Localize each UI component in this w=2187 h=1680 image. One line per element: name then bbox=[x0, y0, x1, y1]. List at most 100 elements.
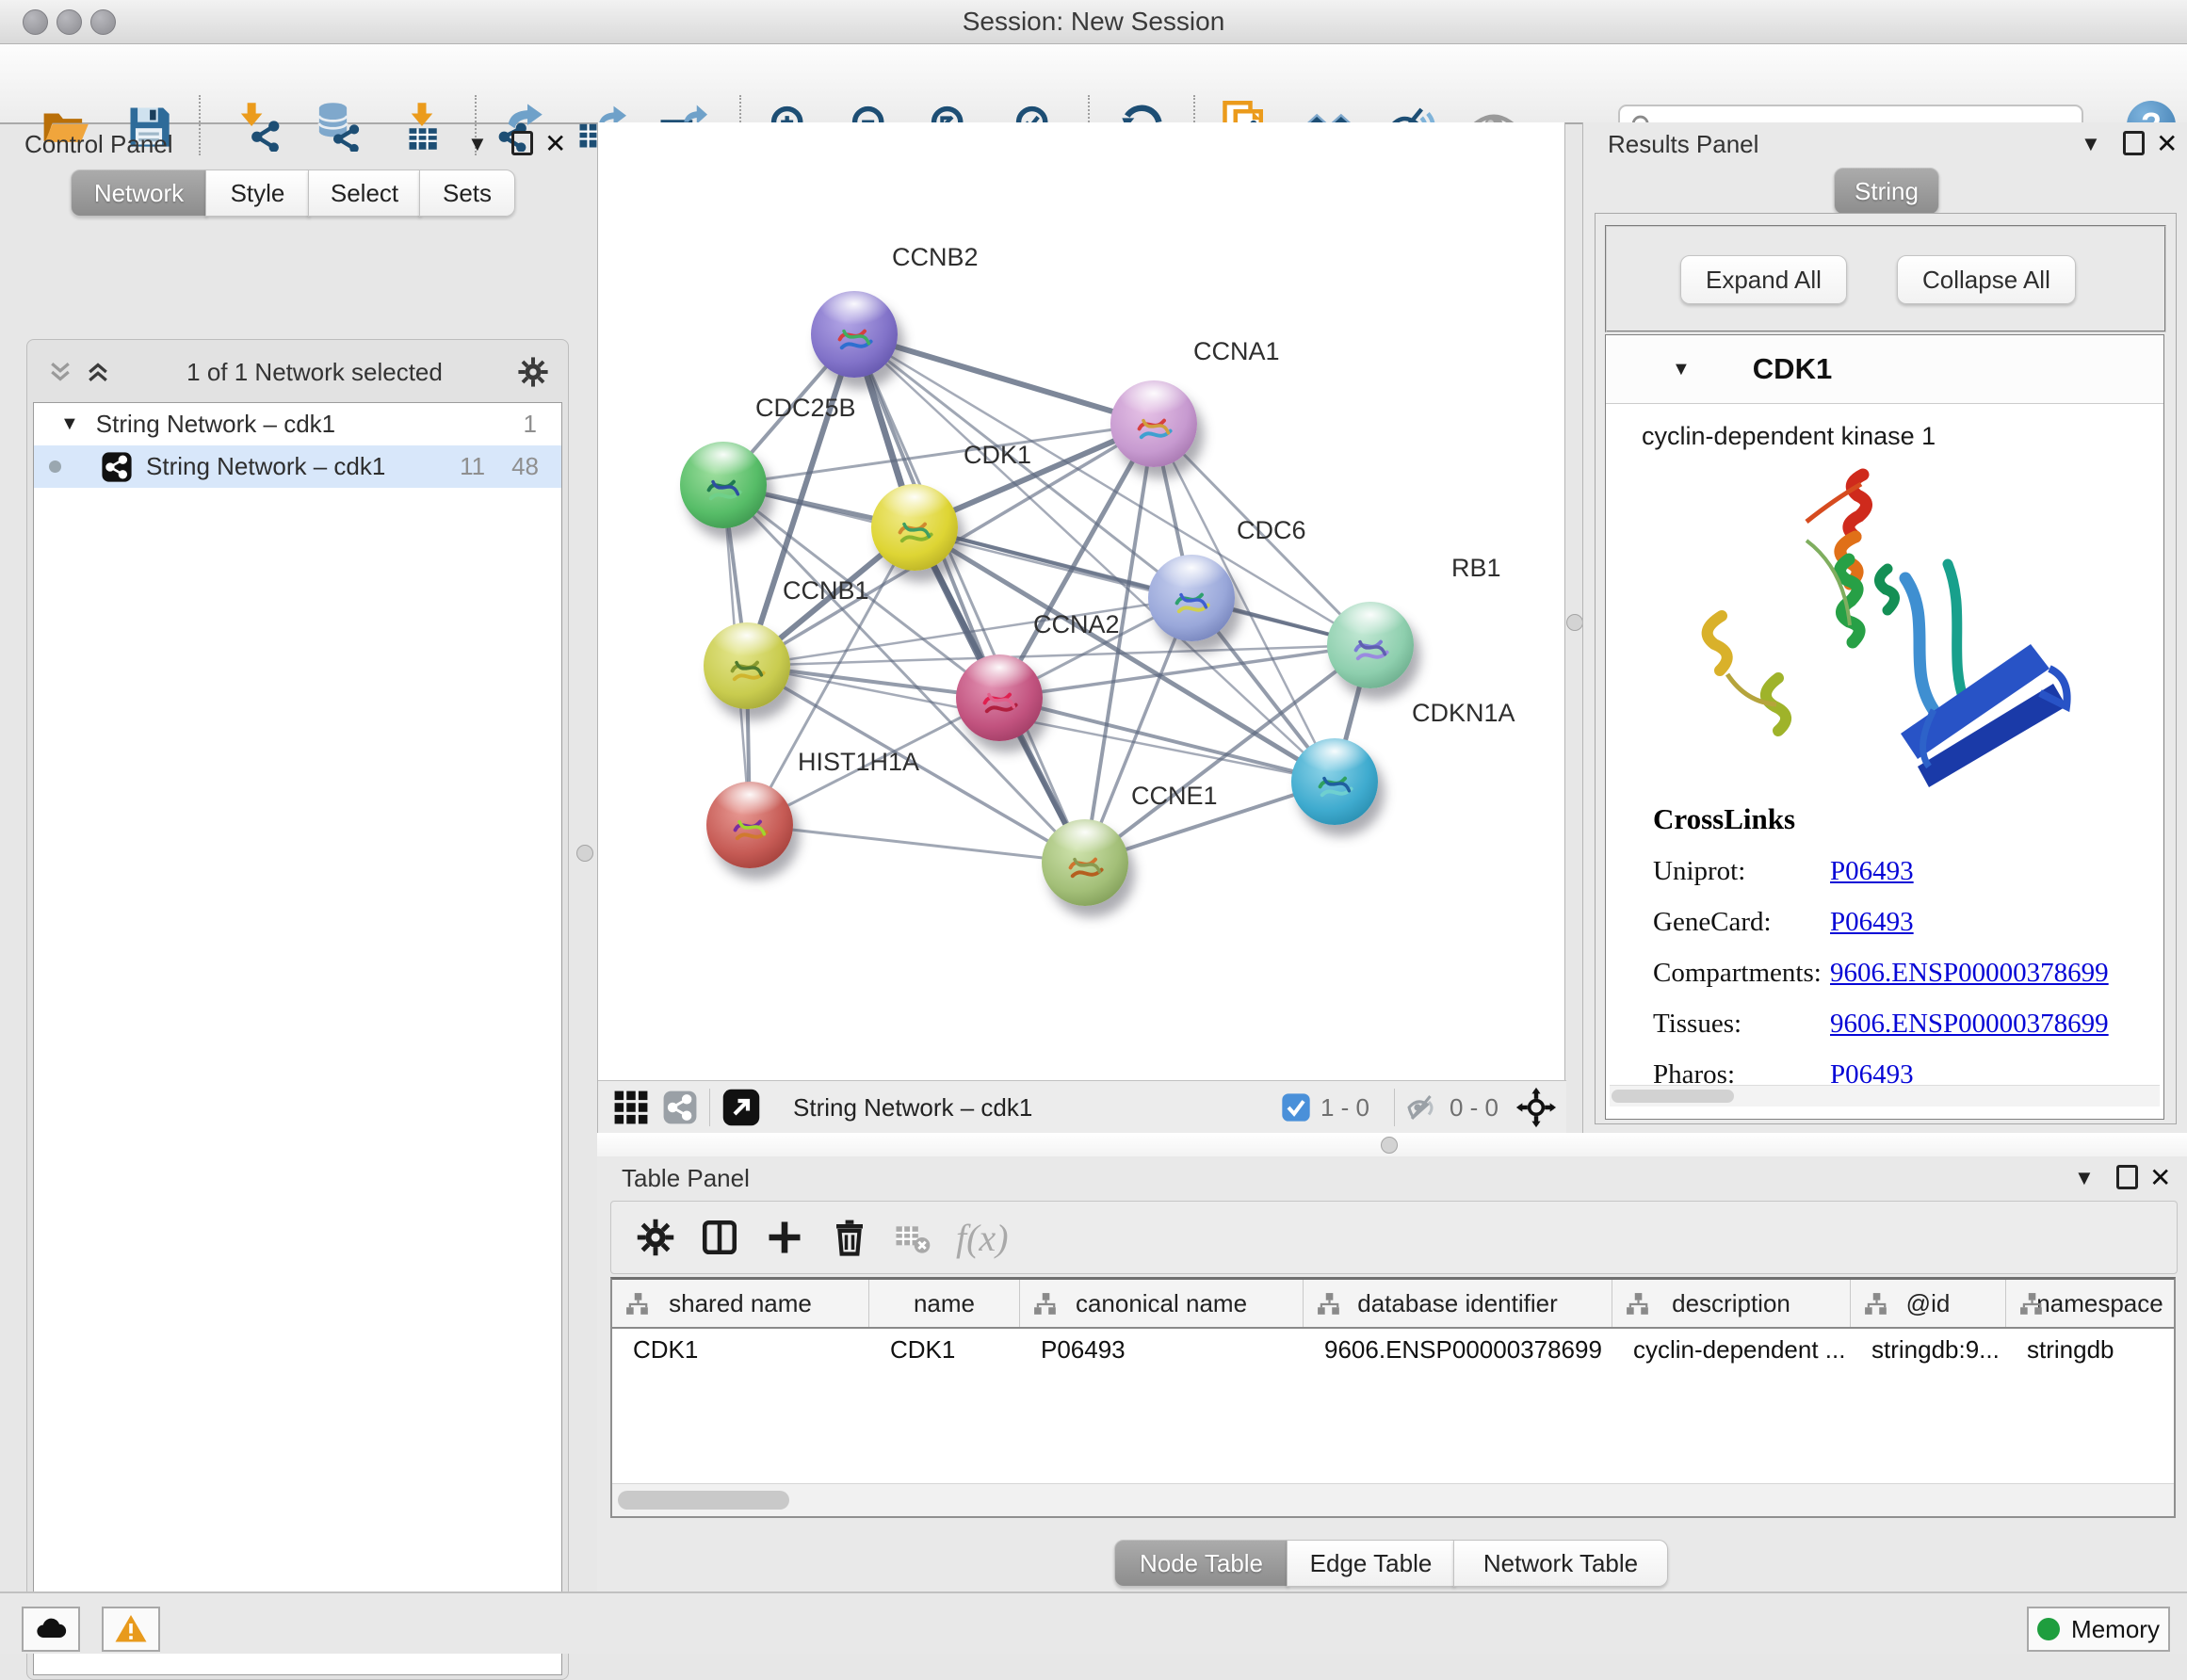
table-cell[interactable]: P06493 bbox=[1020, 1335, 1304, 1365]
crosslinks-title: CrossLinks bbox=[1653, 802, 2143, 836]
node-label-CCNB2: CCNB2 bbox=[892, 243, 979, 272]
network-node-CCNA2[interactable] bbox=[956, 654, 1043, 741]
delete-trash-icon[interactable] bbox=[830, 1218, 869, 1257]
table-cell[interactable]: stringdb bbox=[2006, 1335, 2176, 1365]
table-hscrollbar[interactable] bbox=[612, 1483, 2174, 1516]
collapse-triangle-icon[interactable]: ▼ bbox=[1672, 359, 1691, 380]
memory-label: Memory bbox=[2071, 1615, 2160, 1644]
splitter-handle[interactable] bbox=[1381, 1137, 1398, 1154]
network-node-CDKN1A[interactable] bbox=[1291, 738, 1378, 825]
tab-style[interactable]: Style bbox=[205, 170, 310, 217]
panel-close-icon[interactable]: ✕ bbox=[2149, 1165, 2171, 1191]
horizontal-splitter[interactable] bbox=[597, 1133, 2187, 1156]
column-header-database-identifier[interactable]: database identifier bbox=[1304, 1280, 1612, 1327]
column-header--id[interactable]: @id bbox=[1851, 1280, 2006, 1327]
selected-checkbox-icon[interactable] bbox=[1281, 1092, 1311, 1123]
tab-select[interactable]: Select bbox=[308, 170, 421, 217]
column-header-shared-name[interactable]: shared name bbox=[612, 1280, 869, 1327]
column-header-name[interactable]: name bbox=[869, 1280, 1020, 1327]
crosshair-move-icon[interactable] bbox=[1515, 1087, 1557, 1128]
node-description: cyclin-dependent kinase 1 bbox=[1642, 422, 1936, 451]
network-edge[interactable] bbox=[854, 334, 1085, 863]
node-details-card: ▼ CDK1 cyclin-dependent kinase 1 bbox=[1605, 334, 2164, 1120]
node-details-header[interactable]: ▼ CDK1 bbox=[1606, 335, 2163, 404]
scrollbar-thumb[interactable] bbox=[618, 1491, 789, 1510]
gear-icon[interactable] bbox=[636, 1218, 675, 1257]
protein-ribbon-thumbnail bbox=[964, 668, 1035, 730]
column-header-namespace[interactable]: namespace bbox=[2006, 1280, 2176, 1327]
collapse-all-icon[interactable] bbox=[46, 358, 74, 386]
network-node-CDC25B[interactable] bbox=[680, 442, 767, 528]
collapse-all-button[interactable]: Collapse All bbox=[1897, 255, 2076, 304]
tab-node-table[interactable]: Node Table bbox=[1114, 1540, 1288, 1587]
panel-close-icon[interactable]: ✕ bbox=[544, 131, 566, 157]
cloud-icon bbox=[34, 1612, 68, 1646]
gear-icon[interactable] bbox=[517, 356, 549, 388]
network-canvas[interactable]: CCNB2CCNA1CDC25BCDK1CDC6RB1CCNB1CCNA2CDK… bbox=[598, 122, 1566, 1080]
panel-float-icon[interactable] bbox=[2123, 131, 2145, 155]
network-node-CDK1[interactable] bbox=[871, 484, 958, 571]
network-node-CCNB1[interactable] bbox=[704, 622, 790, 709]
left-splitter-handle[interactable] bbox=[576, 845, 593, 862]
column-header-label: canonical name bbox=[1076, 1289, 1247, 1318]
node-label-CCNB1: CCNB1 bbox=[783, 576, 869, 606]
right-splitter-handle[interactable] bbox=[1566, 614, 1583, 631]
network-list-container: 1 of 1 Network selected ▼ String Network… bbox=[26, 339, 569, 1680]
tab-edge-table[interactable]: Edge Table bbox=[1287, 1540, 1455, 1587]
network-node-RB1[interactable] bbox=[1327, 602, 1414, 688]
crosslink-value-link[interactable]: P06493 bbox=[1830, 856, 1914, 887]
network-node-CCNA1[interactable] bbox=[1110, 380, 1197, 467]
panel-collapse-icon[interactable]: ▼ bbox=[2074, 1168, 2095, 1188]
cloud-status-button[interactable] bbox=[22, 1607, 80, 1652]
warnings-button[interactable] bbox=[102, 1607, 160, 1652]
panel-close-icon[interactable]: ✕ bbox=[2156, 131, 2178, 157]
column-header-description[interactable]: description bbox=[1612, 1280, 1851, 1327]
column-type-icon bbox=[1626, 1292, 1650, 1317]
open-external-icon[interactable] bbox=[721, 1088, 761, 1127]
crosslink-value-link[interactable]: 9606.ENSP00000378699 bbox=[1830, 958, 2109, 989]
crosslink-label: Uniprot: bbox=[1653, 856, 1830, 887]
expand-all-button[interactable]: Expand All bbox=[1680, 255, 1847, 304]
network-node-CDC6[interactable] bbox=[1148, 555, 1235, 641]
network-edge[interactable] bbox=[750, 825, 1085, 863]
network-edges-layer bbox=[598, 122, 1566, 1080]
table-cell[interactable]: 9606.ENSP00000378699 bbox=[1304, 1335, 1612, 1365]
memory-button[interactable]: Memory bbox=[2027, 1607, 2170, 1652]
table-cell[interactable]: stringdb:9... bbox=[1851, 1335, 2006, 1365]
network-node-CCNB2[interactable] bbox=[811, 291, 898, 378]
scrollbar-thumb[interactable] bbox=[1612, 1090, 1734, 1103]
grid-view-icon[interactable] bbox=[613, 1090, 649, 1125]
crosslink-value-link[interactable]: 9606.ENSP00000378699 bbox=[1830, 1009, 2109, 1040]
column-type-icon bbox=[2019, 1292, 2044, 1317]
tree-expander-icon[interactable]: ▼ bbox=[60, 413, 79, 435]
network-badge-gray-icon[interactable] bbox=[662, 1090, 698, 1125]
warning-triangle-icon bbox=[114, 1612, 148, 1646]
column-header-canonical-name[interactable]: canonical name bbox=[1020, 1280, 1304, 1327]
tab-network-table[interactable]: Network Table bbox=[1453, 1540, 1668, 1587]
panel-float-icon[interactable] bbox=[511, 131, 533, 155]
tab-sets[interactable]: Sets bbox=[419, 170, 515, 217]
protein-ribbon-thumbnail bbox=[711, 636, 783, 698]
crosslink-value-link[interactable]: P06493 bbox=[1830, 907, 1914, 938]
table-cell[interactable]: cyclin-dependent ... bbox=[1612, 1335, 1851, 1365]
network-node-CCNE1[interactable] bbox=[1042, 819, 1128, 906]
table-row[interactable]: CDK1CDK1P064939606.ENSP00000378699cyclin… bbox=[612, 1329, 2174, 1370]
expand-all-icon[interactable] bbox=[84, 358, 112, 386]
columns-icon[interactable] bbox=[700, 1218, 739, 1257]
tab-string[interactable]: String bbox=[1834, 168, 1939, 215]
network-row-selected[interactable]: String Network – cdk1 11 48 bbox=[34, 445, 561, 488]
panel-collapse-icon[interactable]: ▼ bbox=[2081, 134, 2101, 154]
panel-float-icon[interactable] bbox=[2116, 1165, 2138, 1189]
panel-collapse-icon[interactable]: ▼ bbox=[467, 134, 488, 154]
details-scrollbar[interactable] bbox=[1610, 1085, 2160, 1107]
network-node-HIST1H1A[interactable] bbox=[706, 782, 793, 868]
node-table: shared namename canonical name database id… bbox=[610, 1277, 2176, 1518]
table-cell[interactable]: CDK1 bbox=[869, 1335, 1020, 1365]
network-collection-row[interactable]: ▼ String Network – cdk1 1 bbox=[34, 403, 561, 445]
network-edge[interactable] bbox=[854, 334, 1154, 424]
table-cell[interactable]: CDK1 bbox=[612, 1335, 869, 1365]
tab-network[interactable]: Network bbox=[71, 170, 207, 217]
protein-ribbon-thumbnail bbox=[879, 497, 950, 559]
add-column-icon[interactable] bbox=[764, 1217, 805, 1258]
network-edge[interactable] bbox=[747, 645, 1370, 666]
